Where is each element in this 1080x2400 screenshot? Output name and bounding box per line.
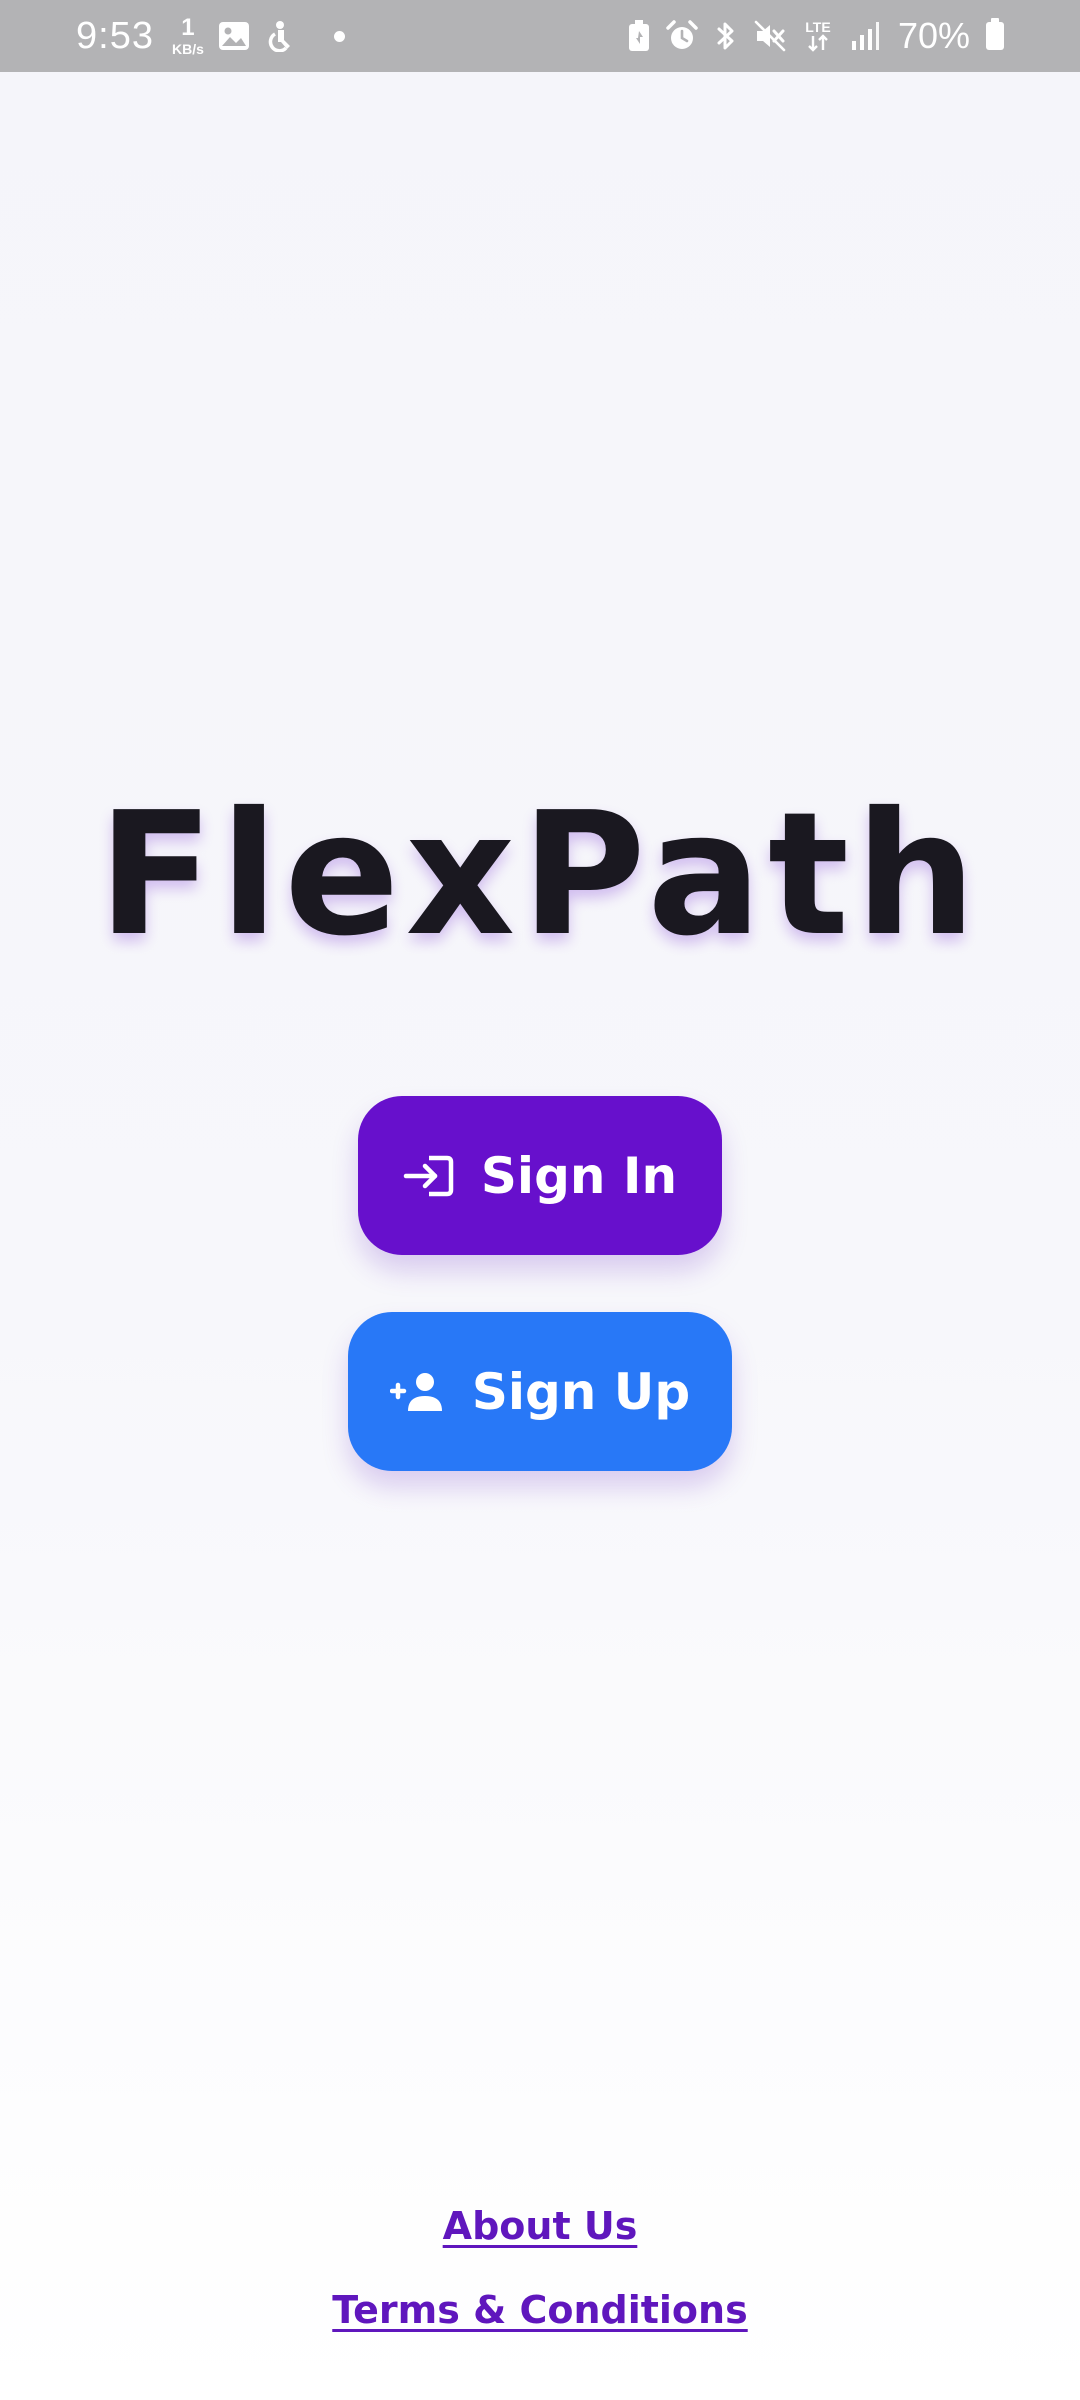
battery-saver-icon — [628, 20, 650, 52]
network-speed-unit: KB/s — [171, 41, 204, 57]
app-title: FlexPath — [97, 776, 983, 974]
sign-up-label: Sign Up — [471, 1362, 691, 1421]
status-bar-right: LTE 70% — [628, 0, 1004, 72]
about-us-link[interactable]: About Us — [0, 2204, 1080, 2248]
bluetooth-icon — [714, 20, 738, 52]
sign-in-label: Sign In — [480, 1146, 678, 1205]
mute-icon — [754, 20, 786, 52]
accessibility-icon — [264, 20, 294, 52]
lte-label: LTE — [805, 19, 830, 35]
signal-icon — [850, 21, 880, 51]
status-bar-left: 9:53 1 KB/s — [76, 0, 345, 72]
gallery-icon — [218, 21, 250, 51]
notification-dot-icon — [333, 30, 345, 42]
status-time: 9:53 — [76, 14, 154, 57]
alarm-icon — [666, 20, 698, 52]
login-icon — [403, 1154, 455, 1198]
add-person-icon — [389, 1372, 446, 1412]
terms-conditions-link[interactable]: Terms & Conditions — [0, 2288, 1080, 2332]
network-speed-value: 1 — [181, 14, 195, 41]
lte-icon: LTE — [802, 19, 834, 53]
network-speed: 1 KB/s — [171, 14, 204, 57]
sign-up-button[interactable]: Sign Up — [348, 1312, 732, 1471]
battery-percent: 70% — [897, 15, 970, 56]
battery-icon — [986, 18, 1004, 50]
status-bar: 9:53 1 KB/s LTE 70% — [0, 0, 1080, 72]
sign-in-button[interactable]: Sign In — [358, 1096, 722, 1255]
